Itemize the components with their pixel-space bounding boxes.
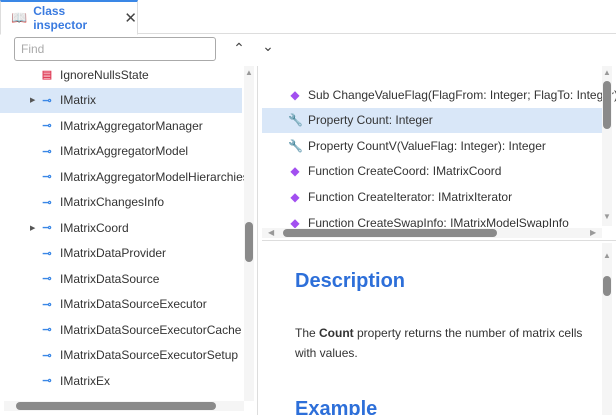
interface-icon: ⊸: [42, 298, 52, 311]
interface-icon: ⊸: [42, 324, 52, 336]
tree-item-label: IgnoreNullsState: [60, 67, 149, 82]
tree-item[interactable]: ⊸ IMatrixDataSourceExecutorSetup: [0, 343, 242, 368]
member-item[interactable]: ◆ Sub ChangeValueFlag(FlagFrom: Integer; …: [262, 82, 616, 107]
tree-item[interactable]: ⊸ IMatrixAggregatorModel: [0, 139, 242, 164]
tree-vertical-scrollbar[interactable]: ▲: [244, 66, 254, 401]
example-heading: Example: [295, 398, 378, 415]
wrench-icon: 🔧: [288, 138, 303, 153]
expand-arrow-icon[interactable]: ▶: [30, 224, 35, 232]
interface-icon: ⊸: [42, 375, 52, 387]
tree-item[interactable]: ⊸ IMatrixDataProvider: [0, 241, 242, 266]
tree-hscroll-thumb[interactable]: [16, 402, 216, 410]
tree-item-label: IMatrixChangesInfo: [60, 195, 165, 209]
interface-icon: ⊸: [42, 222, 52, 234]
doc-vscroll-thumb[interactable]: [603, 276, 611, 296]
class-tree: ▤ IgnoreNullsState ▶ ⊸ IMatrix ⊸ IMatrixAggreg…: [0, 66, 258, 415]
scroll-left-arrow-icon[interactable]: ◀: [268, 228, 274, 237]
member-item[interactable]: ◆ Function CreateCoord: IMatrixCoord: [262, 159, 602, 184]
tree-vscroll-thumb[interactable]: [245, 222, 253, 262]
tree-horizontal-scrollbar[interactable]: [4, 401, 244, 411]
scroll-down-arrow-icon[interactable]: ▼: [603, 212, 611, 221]
tree-item[interactable]: ⊸ IMatrixDataSource: [0, 266, 242, 291]
description-text: The Count property returns the number of…: [295, 326, 583, 360]
member-list: ◆ Sub ChangeValueFlag(FlagFrom: Integer; …: [262, 66, 616, 240]
description-heading: Description: [295, 270, 406, 292]
tree-item-label: IMatrixEx: [60, 373, 111, 388]
tree-item[interactable]: ⊸ IMatrixDataSourceExecutor: [0, 292, 242, 317]
tree-item-label: IMatrixDataSourceExecutorCache: [60, 322, 242, 337]
interface-icon: ⊸: [42, 145, 52, 158]
members-hscroll-thumb[interactable]: [283, 229, 497, 237]
enum-icon: ▤: [41, 69, 53, 81]
book-icon: 📖: [11, 10, 28, 25]
previous-match-button[interactable]: ⌃: [229, 38, 249, 58]
member-item-label: Function CreateIterator: IMatrixIterator: [308, 189, 513, 204]
tree-item-label: IMatrixDataSourceExecutorSetup: [60, 348, 239, 362]
tree-item[interactable]: ▤ IgnoreNullsState: [0, 66, 242, 87]
tree-item-label: IMatrixAggregatorModelHierarchies: [60, 169, 249, 184]
interface-icon: ⊸: [42, 273, 52, 285]
find-input[interactable]: [14, 37, 216, 61]
interface-icon: ⊸: [42, 171, 52, 183]
expand-arrow-icon[interactable]: ▶: [30, 96, 35, 104]
scroll-up-arrow-icon[interactable]: ▲: [603, 68, 611, 77]
tree-item-label: IMatrixCoord: [60, 220, 129, 235]
interface-icon: ⊸: [42, 120, 52, 132]
tree-item[interactable]: ⊸ IMatrixAggregatorManager: [0, 113, 242, 138]
member-item-label: Property Count: Integer: [308, 113, 433, 128]
member-item-label: Sub ChangeValueFlag(FlagFrom: Integer; F…: [308, 87, 616, 102]
tree-item-label: IMatrixDataProvider: [60, 246, 167, 260]
tree-item[interactable]: ⊸ IMatrixAggregatorModelHierarchies: [0, 164, 248, 189]
tree-item[interactable]: ⊸ IMatrixChangesInfo: [0, 190, 242, 215]
scroll-up-arrow-icon[interactable]: ▲: [603, 251, 611, 260]
method-icon: ◆: [290, 87, 300, 102]
tree-item[interactable]: ⊸ IMatrixEx: [0, 368, 242, 393]
scroll-up-arrow-icon[interactable]: ▲: [245, 68, 253, 77]
scroll-right-arrow-icon[interactable]: ▶: [590, 228, 596, 237]
documentation-pane: Description The Count property returns t…: [262, 243, 616, 415]
method-icon: ◆: [290, 164, 300, 179]
members-vertical-scrollbar[interactable]: ▲ ▼: [602, 66, 612, 226]
tree-item-label: IMatrixAggregatorManager: [60, 118, 203, 133]
tab-title: Class inspector: [33, 4, 88, 32]
close-icon[interactable]: ✕: [124, 9, 137, 27]
doc-vertical-scrollbar[interactable]: ▲: [602, 243, 612, 415]
members-horizontal-scrollbar[interactable]: ◀ ▶: [262, 228, 602, 238]
wrench-icon: 🔧: [288, 113, 303, 128]
interface-icon: ⊸: [42, 247, 52, 260]
interface-icon: ⊸: [42, 349, 52, 362]
member-item[interactable]: ◆ Function CreateIterator: IMatrixIterato…: [262, 184, 602, 209]
tree-item[interactable]: ⊸ IMatrixDataSourceExecutorCache: [0, 317, 242, 342]
interface-icon: ⊸: [42, 94, 52, 107]
next-match-button[interactable]: ⌄: [258, 36, 278, 56]
interface-icon: ⊸: [42, 196, 52, 209]
tree-item[interactable]: ▶ ⊸ IMatrixCoord: [0, 215, 242, 240]
member-item[interactable]: 🔧 Property Count: Integer: [262, 107, 602, 133]
tree-item-label: IMatrix: [60, 93, 96, 107]
tab-class-inspector[interactable]: 📖 Class inspector ✕: [0, 0, 138, 35]
tree-item[interactable]: ▶ ⊸ IMatrix: [0, 87, 242, 113]
member-item-label: Function CreateCoord: IMatrixCoord: [308, 164, 502, 179]
member-item[interactable]: 🔧 Property CountV(ValueFlag: Integer): In…: [262, 133, 602, 158]
members-vscroll-thumb[interactable]: [603, 81, 611, 129]
tree-item-label: IMatrixAggregatorModel: [60, 144, 189, 158]
tree-item-label: IMatrixDataSourceExecutor: [60, 297, 207, 311]
method-icon: ◆: [290, 189, 300, 204]
tree-item-label: IMatrixDataSource: [60, 271, 160, 286]
member-item-label: Property CountV(ValueFlag: Integer): Int…: [308, 138, 546, 153]
